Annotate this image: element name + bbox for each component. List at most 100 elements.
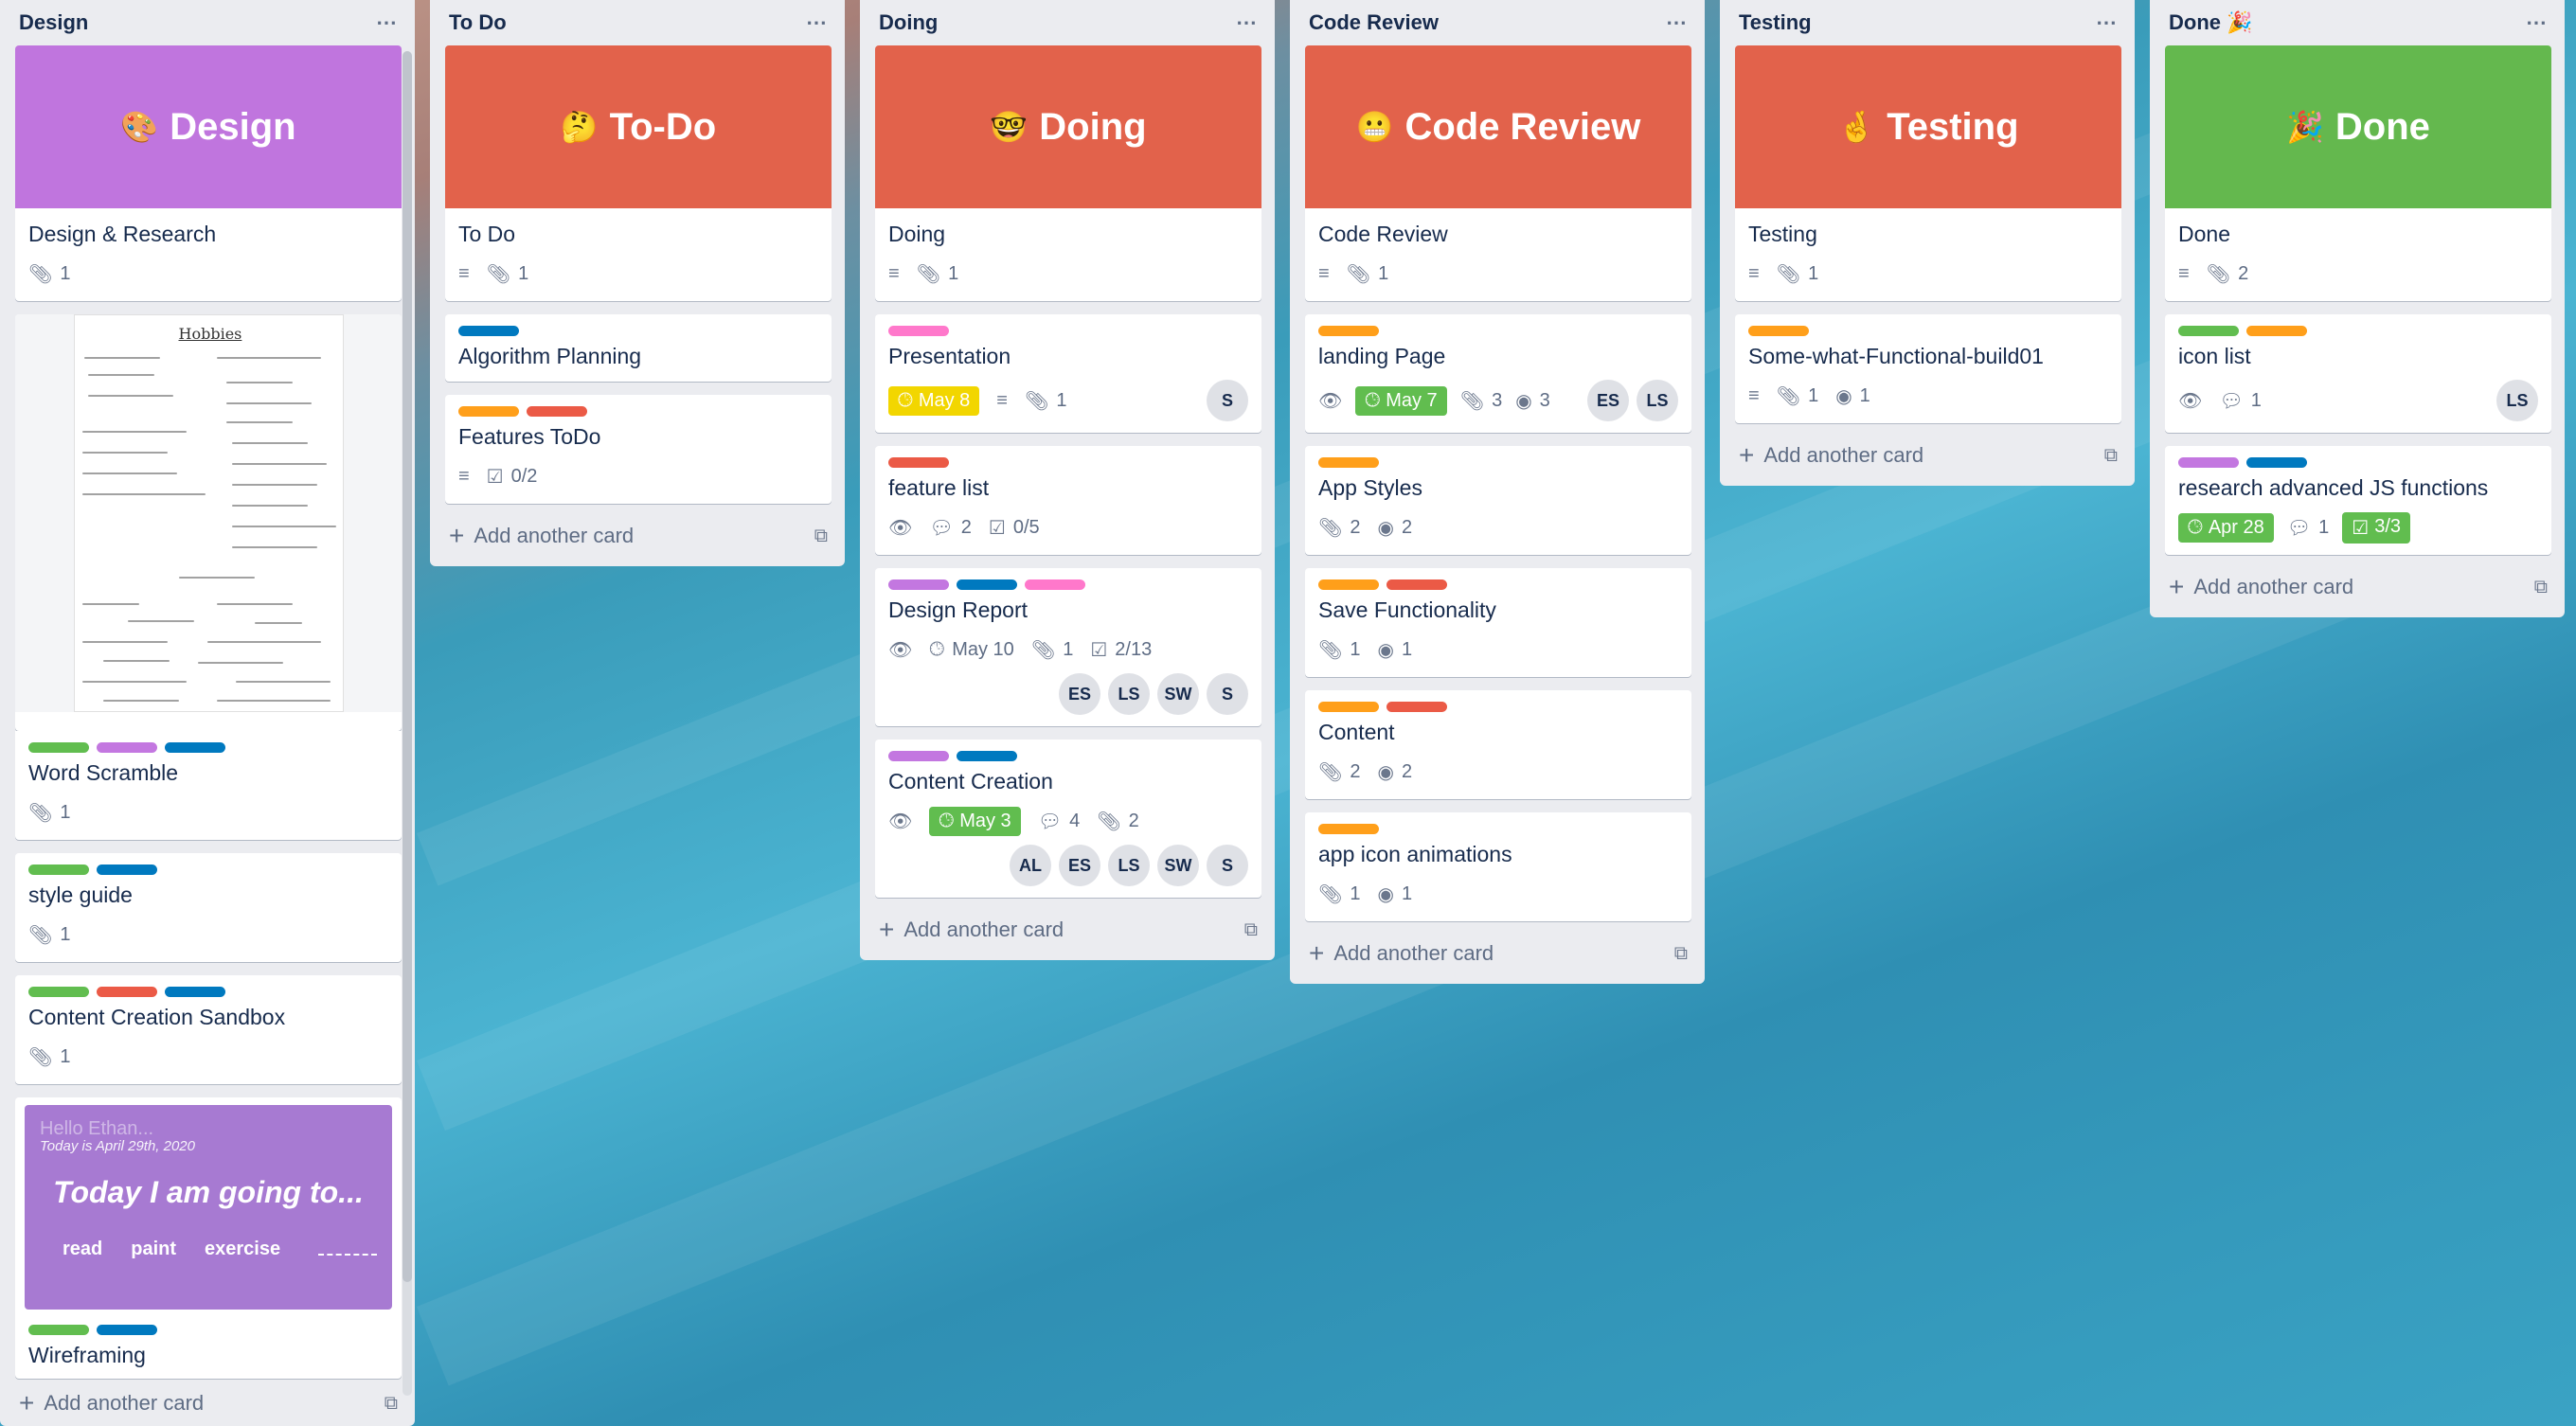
list-title[interactable]: Done 🎉	[2169, 10, 2253, 35]
card-to-do[interactable]: To Do ≡ 📎︎ 1	[445, 208, 832, 301]
card-cover[interactable]: 🤞 Testing	[1735, 45, 2121, 208]
card-cover[interactable]: 🤔 To-Do	[445, 45, 832, 208]
list-title[interactable]: To Do	[449, 10, 507, 35]
card-feature-list[interactable]: feature list 👁︎ 💬︎ 2 ☑ 0/5	[875, 446, 1261, 555]
avatar[interactable]: AL	[1010, 845, 1051, 886]
card-title: Presentation	[888, 344, 1011, 368]
avatar[interactable]: S	[1207, 845, 1248, 886]
due-date-badge[interactable]: 🕒︎ May 3	[929, 806, 1021, 836]
list-title[interactable]: Doing	[879, 10, 938, 35]
card-save-functionality[interactable]: Save Functionality 📎︎ 1 ◉ 1	[1305, 568, 1691, 677]
avatar[interactable]: LS	[2496, 380, 2538, 421]
due-date-badge[interactable]: 🕒︎ May 8	[888, 385, 980, 416]
avatar[interactable]: LS	[1108, 845, 1150, 886]
comment-icon: 💬︎	[2286, 517, 2312, 539]
card-cover[interactable]: 🎉 Done	[2165, 45, 2551, 208]
card-template-icon[interactable]: ⧉	[2104, 445, 2118, 467]
card-build01[interactable]: Some-what-Functional-build01 ≡ 📎︎ 1 ◉ 1	[1735, 314, 2121, 423]
card-template-icon[interactable]: ⧉	[1244, 919, 1258, 941]
card-design-report[interactable]: Design Report 👁︎ 🕒︎ May 10 📎︎ 1 ☑ 2/13 ES L…	[875, 568, 1261, 726]
more-horizontal-icon[interactable]: ⋯	[376, 10, 398, 35]
card-template-icon[interactable]: ⧉	[385, 1393, 398, 1415]
add-card-button[interactable]: + Add another card ⧉	[445, 517, 832, 555]
card-code-review[interactable]: Code Review ≡ 📎︎ 1	[1305, 208, 1691, 301]
list-title[interactable]: Testing	[1739, 10, 1812, 35]
list-title[interactable]: Code Review	[1309, 10, 1439, 35]
card-template-icon[interactable]: ⧉	[2534, 577, 2548, 598]
paperclip-icon: 📎︎	[1346, 263, 1371, 285]
avatar[interactable]: SW	[1157, 845, 1199, 886]
avatar[interactable]: ES	[1587, 380, 1629, 421]
card-cover[interactable]: 😬 Code Review	[1305, 45, 1691, 208]
add-card-label: Add another card	[44, 1391, 205, 1415]
card-members: S	[1207, 380, 1248, 421]
due-date-badge[interactable]: 🕒︎ Apr 28	[2178, 512, 2274, 543]
add-card-button[interactable]: + Add another card ⧉	[1305, 935, 1691, 972]
attachment-count: 2	[1350, 760, 1361, 782]
card-done[interactable]: Done ≡ 📎︎ 2	[2165, 208, 2551, 301]
more-horizontal-icon[interactable]: ⋯	[1236, 10, 1258, 35]
avatar[interactable]: SW	[1157, 673, 1199, 715]
card-icon-list[interactable]: icon list 👁︎ 💬︎ 1 LS	[2165, 314, 2551, 433]
paperclip-icon: 📎︎	[1318, 517, 1343, 539]
cover-text: Done	[2334, 105, 2430, 148]
card-content[interactable]: Content 📎︎ 2 ◉ 2	[1305, 690, 1691, 799]
card-algorithm-planning[interactable]: Algorithm Planning	[445, 314, 832, 382]
paperclip-icon: 📎︎	[28, 924, 53, 946]
avatar[interactable]: ES	[1059, 845, 1100, 886]
card-sketch-image[interactable]: Hobbies	[15, 314, 402, 731]
add-card-button[interactable]: + Add another card ⧉	[15, 1384, 402, 1422]
card-design-research[interactable]: Design & Research 📎︎ 1	[15, 208, 402, 301]
card-word-scramble[interactable]: Word Scramble 📎︎ 1	[15, 731, 402, 840]
list-header: Testing ⋯	[1735, 0, 2121, 45]
more-horizontal-icon[interactable]: ⋯	[2096, 10, 2118, 35]
avatar[interactable]: S	[1207, 673, 1248, 715]
card-badges: 📎︎ 1	[28, 1041, 388, 1073]
list-title[interactable]: Design	[19, 10, 88, 35]
card-content-creation-sandbox[interactable]: Content Creation Sandbox 📎︎ 1	[15, 975, 402, 1084]
card-doing[interactable]: Doing ≡ 📎︎ 1	[875, 208, 1261, 301]
more-horizontal-icon[interactable]: ⋯	[806, 10, 828, 35]
card-features-todo[interactable]: Features ToDo ≡ ☑ 0/2	[445, 395, 832, 504]
github-badge: ◉ 1	[1378, 638, 1413, 662]
avatar[interactable]: LS	[1108, 673, 1150, 715]
attachment-count: 1	[1808, 262, 1819, 284]
github-badge: ◉ 2	[1378, 760, 1413, 784]
card-title: Design & Research	[28, 222, 217, 246]
due-date-badge[interactable]: 🕒︎ May 10	[929, 639, 1013, 661]
list-design: Design ⋯ 🎨 Design Design & Research 📎︎ 1 …	[0, 0, 415, 1426]
card-style-guide[interactable]: style guide 📎︎ 1	[15, 853, 402, 962]
attachment-badge: 📎︎ 1	[1777, 262, 1819, 286]
card-badges: ≡ ☑ 0/2	[458, 460, 818, 492]
card-app-styles[interactable]: App Styles 📎︎ 2 ◉ 2	[1305, 446, 1691, 555]
card-cover[interactable]: 🎨 Design	[15, 45, 402, 208]
card-cover[interactable]: 🤓 Doing	[875, 45, 1261, 208]
list-done: Done 🎉 ⋯ 🎉 Done Done ≡ 📎︎ 2 icon list 👁︎ …	[2150, 0, 2565, 617]
card-content-creation[interactable]: Content Creation 👁︎ 🕒︎ May 3 💬︎ 4 📎︎ 2 AL E…	[875, 740, 1261, 898]
card-template-icon[interactable]: ⧉	[1674, 943, 1688, 965]
more-horizontal-icon[interactable]: ⋯	[1666, 10, 1688, 35]
eye-icon: 👁︎	[2178, 390, 2203, 412]
card-title: Wireframing	[28, 1343, 146, 1367]
list-scrollbar-thumb[interactable]	[402, 51, 412, 1282]
card-testing[interactable]: Testing ≡ 📎︎ 1	[1735, 208, 2121, 301]
card-presentation[interactable]: Presentation 🕒︎ May 8 ≡ 📎︎ 1 S	[875, 314, 1261, 433]
attachment-count: 1	[60, 1045, 71, 1067]
add-card-button[interactable]: + Add another card ⧉	[1735, 437, 2121, 474]
card-title: Design Report	[888, 597, 1029, 622]
card-research-js[interactable]: research advanced JS functions 🕒︎ Apr 28 …	[2165, 446, 2551, 555]
card-template-icon[interactable]: ⧉	[814, 526, 828, 547]
add-card-label: Add another card	[474, 524, 635, 547]
due-date-badge[interactable]: 🕒︎ May 7	[1355, 385, 1447, 416]
add-card-button[interactable]: + Add another card ⧉	[2165, 568, 2551, 606]
add-card-button[interactable]: + Add another card ⧉	[875, 911, 1261, 949]
avatar[interactable]: S	[1207, 380, 1248, 421]
avatar[interactable]: ES	[1059, 673, 1100, 715]
card-wireframing[interactable]: Hello Ethan... Today is April 29th, 2020…	[15, 1097, 402, 1379]
card-app-icon-animations[interactable]: app icon animations 📎︎ 1 ◉ 1	[1305, 812, 1691, 921]
card-landing-page[interactable]: landing Page 👁︎ 🕒︎ May 7 📎︎ 3 ◉ 3 ES LS	[1305, 314, 1691, 433]
card-title: To Do	[458, 222, 516, 246]
more-horizontal-icon[interactable]: ⋯	[2526, 10, 2548, 35]
paperclip-icon: 📎︎	[1776, 263, 1801, 285]
avatar[interactable]: LS	[1637, 380, 1678, 421]
